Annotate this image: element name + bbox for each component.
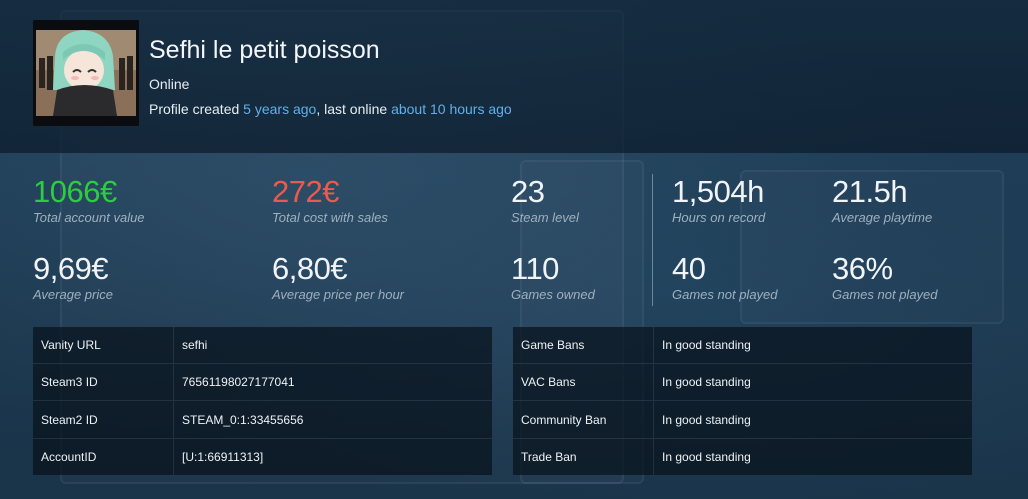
stat-value: 110 [511,251,559,286]
table-row: Trade Ban In good standing [513,437,972,475]
table-value: STEAM_0:1:33455656 [173,400,492,439]
last-online-link[interactable]: about 10 hours ago [391,101,512,117]
stat-value: 9,69€ [33,251,109,286]
stat-label: Average price [33,287,113,302]
bans-table: Game Bans In good standing VAC Bans In goo… [513,327,972,475]
stat-games-not-played-percent: 36% Games not played [832,251,938,303]
stat-label: Hours on record [672,210,766,225]
stat-label: Average playtime [832,210,933,225]
stat-label: Games not played [672,287,778,302]
stat-average-price-per-hour: 6,80€ Average price per hour [272,251,405,303]
steam-ids-table: Vanity URL sefhi Steam3 ID 765611980271770… [33,327,492,475]
stat-games-owned: 110 Games owned [511,251,595,303]
profile-name: Sefhi le petit poisson [149,36,380,64]
stat-label: Games owned [511,287,595,302]
online-status: Online [149,76,190,92]
profile-header: Sefhi le petit poisson Online Profile cr… [0,0,1028,153]
table-row: Game Bans In good standing [513,327,972,364]
table-row: AccountID [U:1:66911313] [33,437,492,475]
table-value: In good standing [653,437,972,475]
stat-average-playtime: 21.5h Average playtime [832,174,933,226]
stat-value: 40 [672,251,706,286]
stat-value: 23 [511,174,545,209]
table-key: Trade Ban [513,437,654,475]
table-key: AccountID [33,437,174,475]
table-key: Game Bans [513,327,654,364]
table-value: sefhi [182,338,208,353]
created-ago-link[interactable]: 5 years ago [243,101,316,117]
table-row: Steam3 ID 76561198027177041 [33,363,492,401]
stat-hours-on-record: 1,504h Hours on record [672,174,766,226]
table-row: Steam2 ID STEAM_0:1:33455656 [33,400,492,439]
table-row: Community Ban In good standing [513,400,972,439]
stats-divider [652,174,653,306]
table-value: 76561198027177041 [173,363,492,401]
table-key: Steam2 ID [33,400,174,439]
stat-label: Average price per hour [272,287,405,302]
stat-value: 6,80€ [272,251,348,286]
stat-label: Steam level [511,210,579,225]
profile-created-line: Profile created 5 years ago, last online… [149,101,512,117]
table-row: Vanity URL sefhi [33,327,492,364]
table-value: In good standing [653,400,972,439]
table-value: In good standing [653,363,972,401]
table-row: VAC Bans In good standing [513,363,972,401]
stat-value: 21.5h [832,174,908,209]
stat-average-price: 9,69€ Average price [33,251,113,303]
stat-total-account-value: 1066€ Total account value [33,174,145,226]
stat-games-not-played-count: 40 Games not played [672,251,778,303]
stat-value: 272€ [272,174,339,209]
stat-value: 1,504h [672,174,764,209]
stat-label: Total cost with sales [272,210,388,225]
stat-value: 36% [832,251,893,286]
stat-label: Total account value [33,210,145,225]
created-prefix: Profile created [149,101,244,117]
stat-label: Games not played [832,287,938,302]
avatar[interactable] [33,20,139,126]
table-key: VAC Bans [513,363,654,401]
table-value: [U:1:66911313] [173,437,492,475]
table-key: Steam3 ID [33,363,174,401]
stat-value: 1066€ [33,174,117,209]
table-key: Community Ban [513,400,654,439]
table-key: Vanity URL [33,327,174,364]
online-prefix: , last online [316,101,392,117]
table-value: In good standing [662,338,751,353]
stat-total-cost: 272€ Total cost with sales [272,174,388,226]
stat-steam-level: 23 Steam level [511,174,579,226]
